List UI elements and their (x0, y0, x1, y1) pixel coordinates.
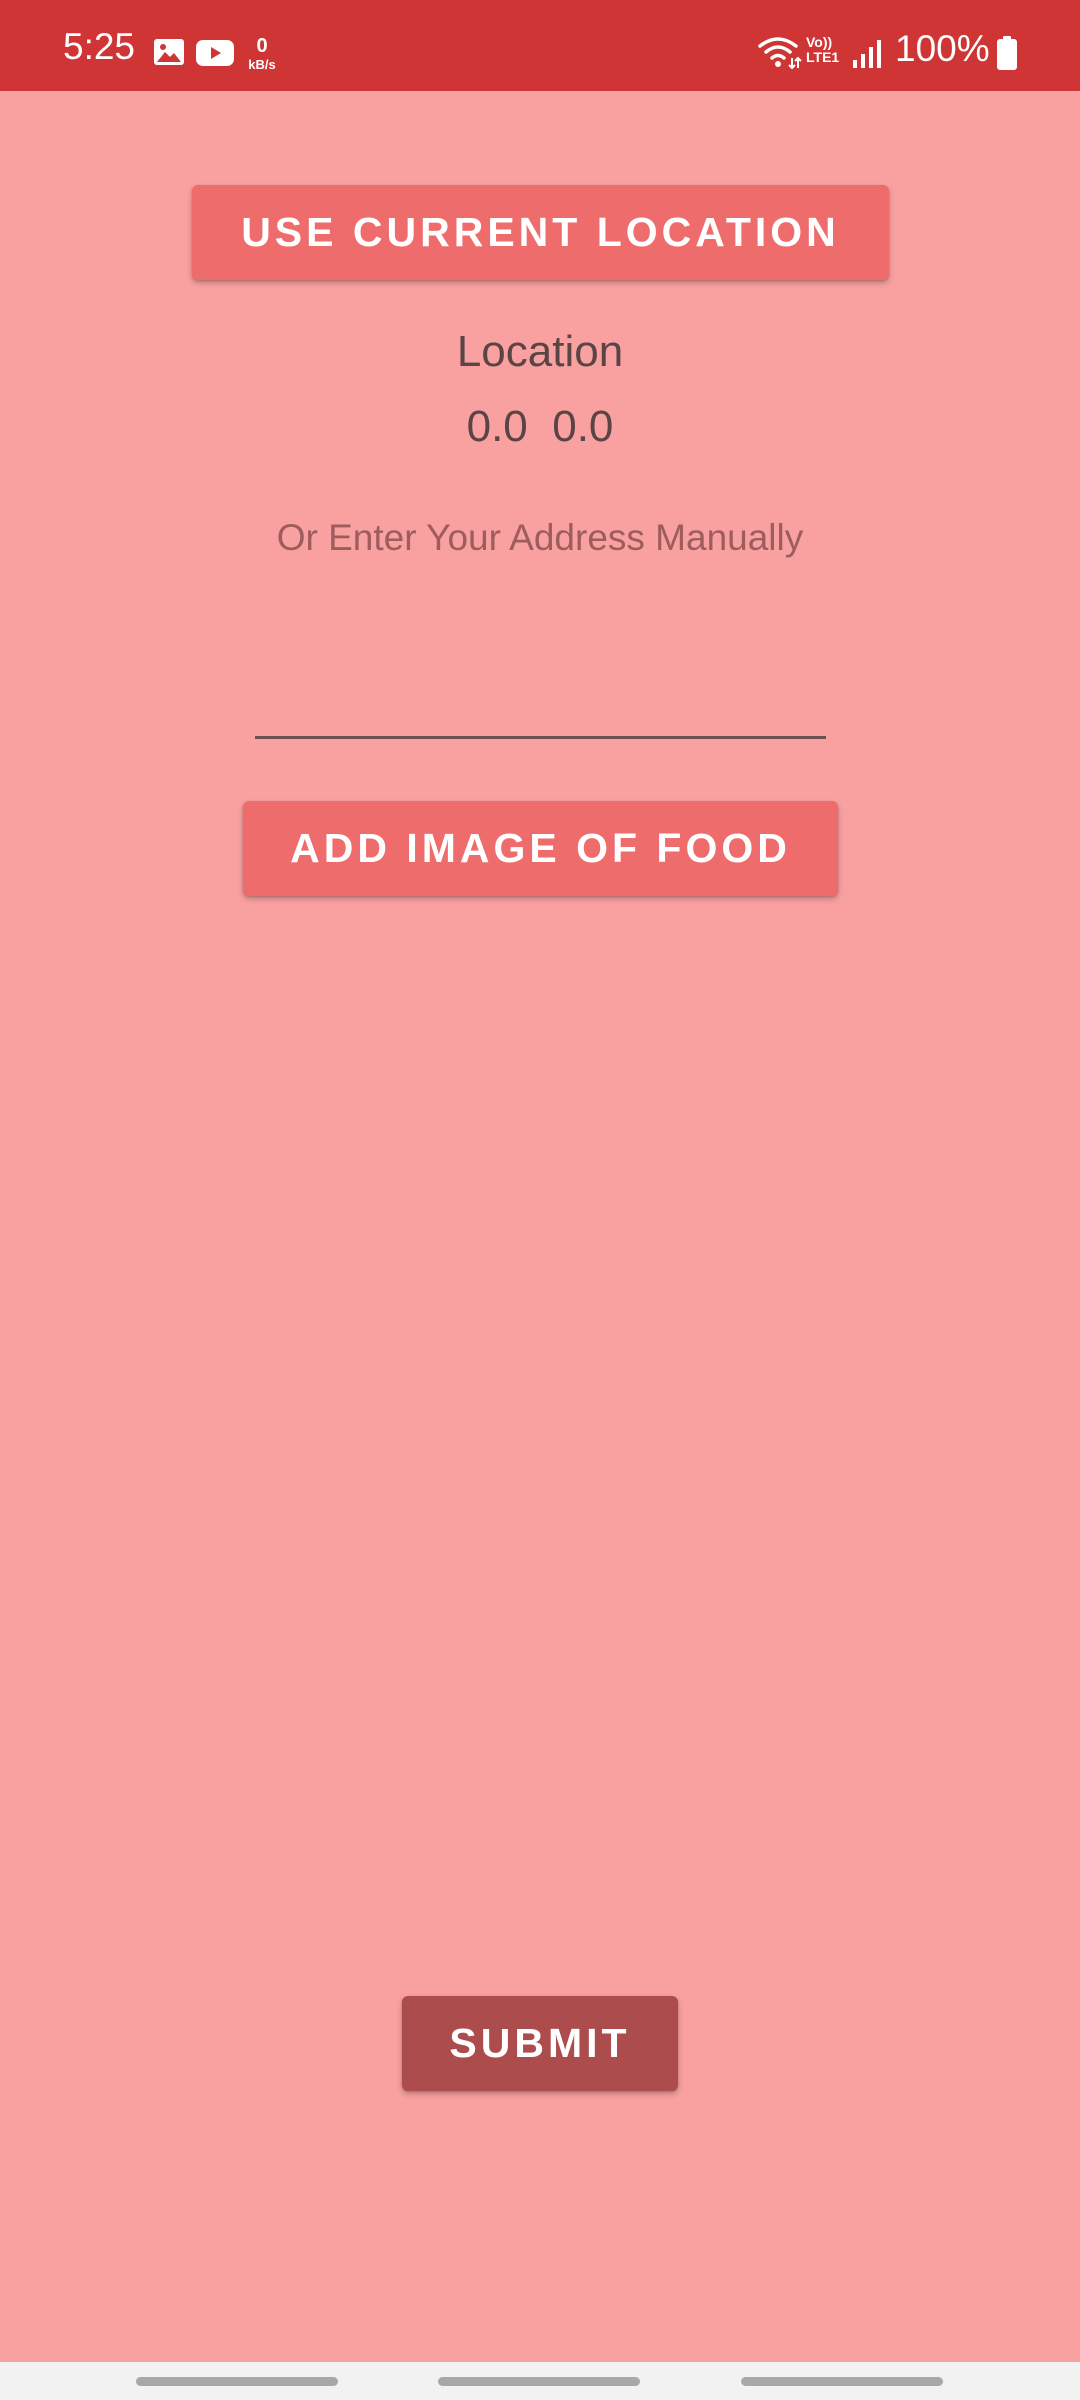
submit-button[interactable]: SUBMIT (402, 1996, 678, 2091)
navigation-bar (0, 2362, 1080, 2400)
nav-recents-handle[interactable] (136, 2377, 338, 2386)
gallery-icon (153, 38, 185, 71)
network-speed-unit: kB/s (248, 57, 276, 72)
nav-home-handle[interactable] (438, 2377, 640, 2386)
battery-icon (997, 36, 1017, 75)
volte-indicator: Vo)) LTE1 (806, 35, 839, 64)
nav-back-handle[interactable] (741, 2377, 943, 2386)
wifi-icon (758, 36, 802, 75)
network-speed: 0 kB/s (244, 36, 280, 71)
screen: 5:25 0 kB/s Vo)) LTE1 100% USE CURRENT L… (0, 0, 1080, 2400)
location-label: Location (456, 327, 624, 376)
volte-bottom-label: LTE1 (806, 48, 840, 65)
address-input[interactable] (255, 680, 826, 739)
latitude-value: 0.0 (466, 402, 528, 451)
youtube-icon (196, 40, 234, 71)
status-time: 5:25 (63, 26, 136, 67)
add-image-of-food-button[interactable]: ADD IMAGE OF FOOD (243, 801, 838, 896)
coordinates: 0.0 0.0 (0, 402, 1080, 452)
status-bar: 5:25 0 kB/s Vo)) LTE1 100% (0, 0, 1080, 91)
volte-top-label: Vo)) (806, 34, 833, 50)
manual-address-hint: Or Enter Your Address Manually (276, 517, 804, 558)
use-current-location-button[interactable]: USE CURRENT LOCATION (192, 185, 889, 280)
longitude-value: 0.0 (552, 402, 614, 451)
signal-icon (852, 38, 884, 75)
battery-percent: 100% (895, 28, 990, 69)
network-speed-value: 0 (256, 35, 268, 57)
